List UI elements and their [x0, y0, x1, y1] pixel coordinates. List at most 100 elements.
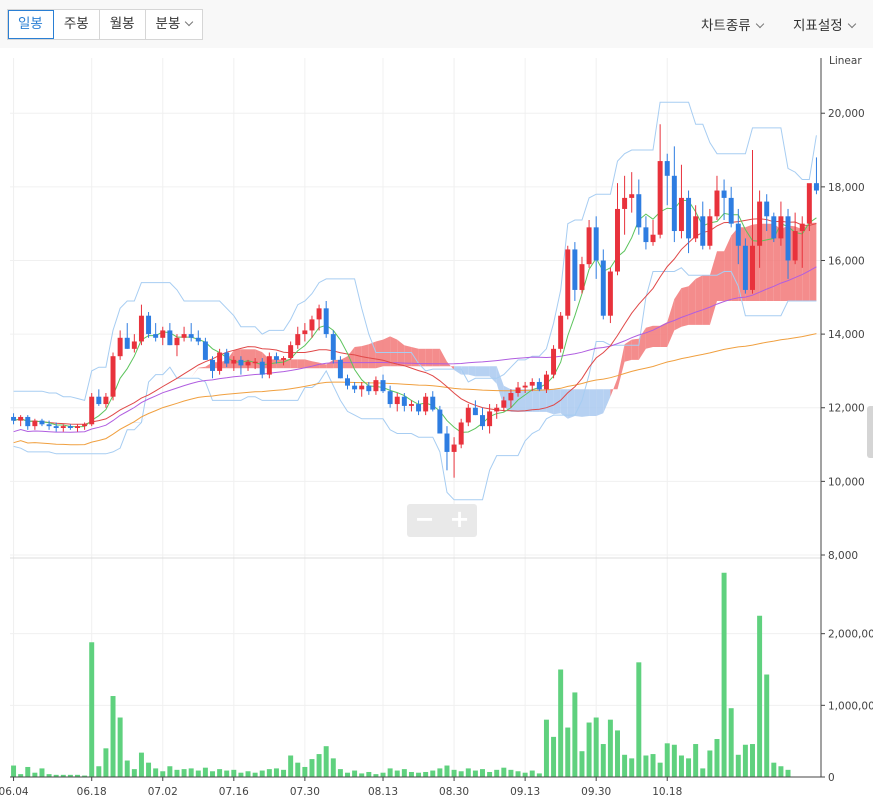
volume-bar: [288, 755, 294, 777]
ichimoku-cloud-segment: [276, 359, 284, 369]
price-scale-label: Linear: [829, 55, 862, 67]
candle-up: [174, 337, 180, 346]
tab-weekly[interactable]: 주봉: [54, 10, 100, 39]
ichimoku-cloud-segment: [589, 389, 597, 416]
candle-down: [742, 245, 748, 290]
candle-up: [607, 271, 613, 316]
zoom-out-button[interactable]: −: [407, 504, 442, 537]
price-tick-label: 12,000: [828, 403, 865, 415]
candle-up: [522, 385, 528, 388]
price-tick-label: 14,000: [828, 329, 865, 341]
chart-type-menu[interactable]: 차트종류: [701, 14, 764, 34]
volume-bar: [657, 762, 663, 777]
volume-bar: [401, 769, 407, 777]
volume-bar: [515, 771, 521, 777]
date-tick-label: 07.30: [290, 786, 320, 798]
volume-bar: [707, 750, 713, 777]
candle-up: [117, 337, 123, 357]
candle-down: [593, 227, 599, 261]
volume-bar: [458, 771, 464, 777]
volume-bar: [543, 719, 549, 777]
candle-down: [146, 315, 152, 335]
candle-down: [67, 426, 73, 428]
candle-down: [671, 175, 677, 232]
volume-bar: [359, 773, 365, 777]
volume-bar: [32, 772, 38, 777]
candle-down: [330, 334, 336, 360]
ichimoku-cloud-segment: [77, 419, 85, 422]
volume-bar: [416, 772, 422, 777]
ichimoku-cloud-segment: [717, 251, 725, 301]
candle-up: [89, 396, 95, 425]
volume-bar: [771, 762, 777, 777]
side-panel-handle[interactable]: [867, 406, 873, 458]
candle-up: [501, 400, 507, 408]
volume-bar: [89, 642, 95, 777]
volume-bar: [636, 662, 642, 777]
ichimoku-cloud-segment: [326, 359, 334, 369]
candle-up: [423, 396, 429, 412]
candle-up: [32, 420, 38, 427]
candle-up: [515, 387, 521, 394]
volume-bar: [622, 754, 628, 777]
ichimoku-cloud-segment: [198, 366, 206, 369]
candle-up: [757, 201, 763, 246]
candle-up: [131, 341, 137, 349]
tab-daily[interactable]: 일봉: [8, 10, 54, 39]
volume-bar: [600, 744, 606, 777]
candle-up: [82, 424, 88, 427]
volume-bar: [252, 772, 258, 777]
ichimoku-cloud-segment: [546, 389, 554, 415]
price-tick-label: 18,000: [828, 182, 865, 194]
chevron-down-icon: [847, 19, 856, 29]
ichimoku-cloud-segment: [361, 344, 369, 369]
zoom-in-button[interactable]: +: [442, 504, 477, 537]
candle-down: [700, 216, 706, 246]
candle-down: [259, 361, 265, 375]
volume-bar: [302, 766, 308, 777]
candle-up: [693, 216, 699, 239]
volume-bar: [408, 771, 414, 777]
period-tabs: 일봉 주봉 월봉 분봉: [7, 9, 204, 40]
volume-bar: [387, 768, 393, 777]
volume-bar: [188, 768, 194, 777]
ichimoku-cloud-segment: [297, 359, 305, 369]
candle-down: [124, 337, 130, 349]
volume-bar: [536, 773, 542, 777]
tab-minute[interactable]: 분봉: [146, 10, 203, 39]
candle-up: [551, 348, 557, 375]
candle-up: [359, 385, 365, 390]
candle-up: [529, 381, 535, 386]
candle-down: [337, 359, 343, 379]
volume-tick-label: 0: [828, 772, 835, 784]
candle-up: [806, 183, 812, 224]
volume-bar: [508, 769, 514, 777]
candle-up: [408, 404, 414, 406]
volume-bar: [217, 769, 223, 777]
candle-up: [650, 234, 656, 243]
volume-bar: [273, 768, 279, 777]
candle-down: [380, 380, 386, 392]
volume-bar: [607, 719, 613, 777]
price-volume-chart[interactable]: Linear 20,000 18,000 16,000 14,000 12,000 10,0…: [0, 48, 873, 809]
candle-down: [813, 183, 819, 191]
candle-up: [565, 249, 571, 316]
ichimoku-cloud-segment: [290, 359, 298, 369]
candle-up: [60, 426, 66, 428]
candle-up: [309, 319, 315, 331]
indicator-menu[interactable]: 지표설정: [793, 14, 856, 34]
volume-bar: [337, 769, 343, 777]
ichimoku-cloud-segment: [390, 336, 398, 367]
ichimoku-cloud-segment: [70, 418, 78, 420]
candle-down: [437, 409, 443, 434]
date-tick-label: 06.18: [77, 786, 107, 798]
candle-up: [487, 411, 493, 427]
candle-down: [46, 424, 52, 427]
volume-bar: [309, 759, 315, 777]
volume-bar: [764, 674, 770, 777]
candle-down: [224, 352, 230, 364]
candle-up: [622, 197, 628, 209]
ichimoku-cloud-segment: [653, 325, 661, 347]
candle-up: [160, 330, 166, 338]
tab-monthly[interactable]: 월봉: [100, 10, 146, 39]
